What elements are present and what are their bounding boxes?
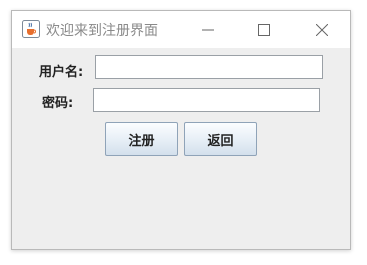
title-bar[interactable]: 欢迎来到注册界面 bbox=[12, 11, 350, 48]
close-button[interactable] bbox=[299, 11, 345, 48]
password-label: 密码: bbox=[42, 96, 74, 111]
registration-window: 欢迎来到注册界面 用户名: 密码: 注册 返回 bbox=[11, 10, 351, 250]
back-button[interactable]: 返回 bbox=[184, 122, 257, 156]
password-field[interactable] bbox=[93, 88, 320, 112]
java-app-icon bbox=[22, 20, 40, 38]
maximize-button[interactable] bbox=[241, 11, 287, 48]
username-label: 用户名: bbox=[39, 65, 84, 80]
maximize-icon bbox=[258, 24, 270, 36]
username-field[interactable] bbox=[95, 55, 323, 79]
register-button[interactable]: 注册 bbox=[105, 122, 178, 156]
minimize-button[interactable] bbox=[185, 11, 231, 48]
close-icon bbox=[316, 24, 328, 36]
window-title: 欢迎来到注册界面 bbox=[46, 23, 158, 39]
minimize-icon bbox=[202, 29, 214, 31]
